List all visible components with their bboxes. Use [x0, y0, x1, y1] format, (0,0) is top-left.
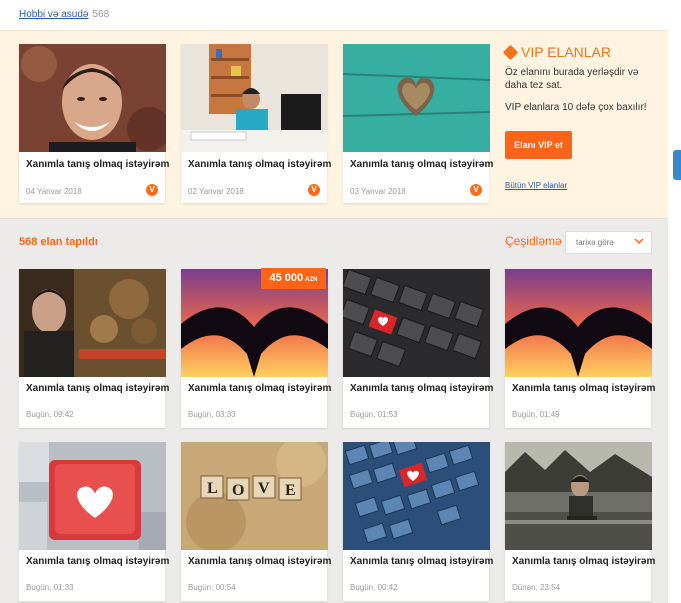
vip-benefit: VIP elanlara 10 dəfə çox baxılır!	[505, 102, 647, 113]
breadcrumb: Hobbi və asudə 568	[19, 9, 109, 20]
listing-card[interactable]: Xanımla tanış olmaq istəyirəm Bugün, 00:…	[343, 442, 493, 601]
vip-description: Öz elanını burada yerləşdir və daha tez …	[505, 67, 639, 91]
price-value: 45 000	[269, 272, 304, 284]
listing-title: Xanımla tanış olmaq istəyirəm	[350, 556, 494, 567]
page-edge	[668, 0, 681, 603]
all-vip-link[interactable]: Bütün VIP elanlar	[505, 181, 567, 190]
diamond-icon	[502, 44, 519, 60]
make-vip-button[interactable]: Elanı VIP et	[505, 131, 572, 159]
vip-card[interactable]: Xanımla tanış olmaq istəyirəm 03 Yanvar …	[343, 44, 493, 203]
listing-photo	[505, 442, 652, 550]
listing-date: 03 Yanvar 2018	[350, 187, 406, 196]
listing-photo	[19, 269, 166, 377]
svg-text:V: V	[258, 480, 270, 497]
listing-title: Xanımla tanış olmaq istəyirəm	[26, 159, 170, 170]
listing-photo	[19, 442, 166, 550]
listing-date: Bugün, 00:42	[350, 583, 398, 592]
listing-card[interactable]: Xanımla tanış olmaq istəyirəm Bugün, 01:…	[505, 269, 655, 428]
price-currency: AZN	[305, 277, 318, 283]
chevron-down-icon	[634, 238, 644, 245]
listing-date: Bugün, 03:33	[188, 410, 236, 419]
vip-badge-icon: V	[470, 184, 482, 196]
listing-title: Xanımla tanış olmaq istəyirəm	[512, 556, 656, 567]
listing-card[interactable]: Xanımla tanış olmaq istəyirəm Bugün, 09:…	[19, 269, 169, 428]
listing-photo	[343, 442, 490, 550]
price-tag: 45 000 AZN	[261, 268, 326, 289]
listing-date: Bugün, 01:53	[350, 410, 398, 419]
vip-promo: VIP ELANLAR Öz elanını burada yerləşdir …	[502, 44, 655, 114]
vip-title: VIP ELANLAR	[502, 44, 655, 60]
listing-title: Xanımla tanış olmaq istəyirəm	[188, 556, 332, 567]
listing-title: Xanımla tanış olmaq istəyirəm	[26, 556, 170, 567]
top-bar: Hobbi və asudə 568	[0, 0, 668, 30]
listing-date: Bugün, 09:42	[26, 410, 74, 419]
listing-title: Xanımla tanış olmaq istəyirəm	[188, 159, 332, 170]
sort-value: tarixə görə	[576, 238, 614, 247]
listing-title: Xanımla tanış olmaq istəyirəm	[188, 383, 332, 394]
svg-text:L: L	[207, 480, 218, 497]
breadcrumb-count: 568	[92, 9, 110, 20]
listing-title: Xanımla tanış olmaq istəyirəm	[350, 159, 494, 170]
listing-photo	[505, 269, 652, 377]
vip-title-text: VIP ELANLAR	[521, 44, 612, 60]
listing-card[interactable]: Xanımla tanış olmaq istəyirəm Bugün, 03:…	[181, 269, 331, 428]
vip-badge-icon: V	[146, 184, 158, 196]
breadcrumb-link[interactable]: Hobbi və asudə	[19, 9, 89, 20]
results-count: 568 elan tapıldı	[19, 236, 98, 248]
sort-label: Çeşidləmə	[505, 234, 562, 248]
sort-select[interactable]: tarixə görə	[565, 231, 652, 254]
listing-title: Xanımla tanış olmaq istəyirəm	[512, 383, 656, 394]
vip-badge-icon: V	[308, 184, 320, 196]
listing-date: Dünən, 23:54	[512, 583, 561, 592]
listing-photo	[343, 44, 490, 152]
vip-card[interactable]: Xanımla tanış olmaq istəyirəm 02 Yanvar …	[181, 44, 331, 203]
listing-card[interactable]: Xanımla tanış olmaq istəyirəm Dünən, 23:…	[505, 442, 655, 601]
listing-card[interactable]: Xanımla tanış olmaq istəyirəm Bugün, 01:…	[19, 442, 169, 601]
listing-date: Bugün, 00:54	[188, 583, 236, 592]
listing-card[interactable]: Xanımla tanış olmaq istəyirəm Bugün, 01:…	[343, 269, 493, 428]
listing-card[interactable]: L O V E Xanımla tanış olmaq istəyirəm Bu…	[181, 442, 331, 601]
listing-date: Bugün, 01:33	[26, 583, 74, 592]
listing-photo: L O V E	[181, 442, 328, 550]
feedback-tab[interactable]	[673, 150, 681, 180]
listing-date: 04 Yanvar 2018	[26, 187, 82, 196]
listing-title: Xanımla tanış olmaq istəyirəm	[26, 383, 170, 394]
listing-photo	[181, 44, 328, 152]
listing-date: Bugün, 01:49	[512, 410, 560, 419]
svg-text:O: O	[232, 482, 244, 499]
vip-card[interactable]: Xanımla tanış olmaq istəyirəm 04 Yanvar …	[19, 44, 169, 203]
listing-photo	[19, 44, 166, 152]
svg-text:E: E	[285, 482, 296, 499]
listing-title: Xanımla tanış olmaq istəyirəm	[350, 383, 494, 394]
listing-date: 02 Yanvar 2018	[188, 187, 244, 196]
listing-photo	[343, 269, 490, 377]
